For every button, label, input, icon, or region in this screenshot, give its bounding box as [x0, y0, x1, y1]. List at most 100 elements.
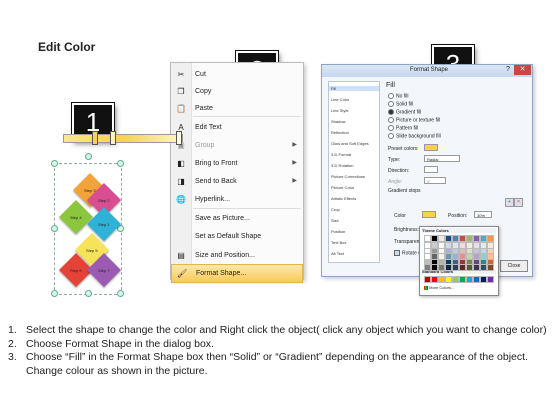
position-input[interactable]: 30% — [474, 211, 492, 218]
fill-option-1[interactable]: Solid fill — [388, 101, 413, 107]
category-item[interactable]: Alt Text — [331, 251, 344, 256]
gradient-stop[interactable] — [92, 131, 98, 145]
color-swatch[interactable] — [473, 264, 480, 271]
resize-handle-bm[interactable] — [85, 290, 92, 297]
menu-item-paste[interactable]: 📋 Paste — [171, 100, 303, 117]
menu-item-cut[interactable]: ✂ Cut — [171, 66, 303, 83]
more-colors-link[interactable]: More Colors... — [424, 285, 454, 290]
add-stop-icon[interactable]: + — [505, 198, 514, 207]
color-swatch[interactable] — [431, 264, 438, 271]
standard-color-swatch[interactable] — [424, 276, 431, 283]
menu-item-edit-text[interactable]: A Edit Text — [171, 119, 303, 136]
standard-color-swatch[interactable] — [473, 276, 480, 283]
category-item[interactable]: Size — [331, 218, 339, 223]
resize-handle-tr[interactable] — [117, 160, 124, 167]
close-button[interactable]: Close — [500, 260, 528, 272]
rotate-handle[interactable] — [85, 153, 92, 160]
preset-colors-dropdown[interactable] — [424, 144, 438, 151]
remove-stop-icon[interactable]: × — [514, 198, 523, 207]
radio-button[interactable] — [388, 125, 394, 131]
color-swatch[interactable] — [452, 264, 459, 271]
theme-colors-label: Theme Colors — [422, 228, 496, 233]
angle-input[interactable]: 0° — [424, 177, 446, 184]
color-swatch[interactable] — [466, 235, 473, 242]
color-swatch[interactable] — [459, 235, 466, 242]
menu-item-size-and-position[interactable]: ▤ Size and Position... — [171, 247, 303, 264]
category-item[interactable]: Position — [331, 229, 345, 234]
fill-option-0[interactable]: No fill — [388, 93, 409, 99]
menu-item-send-to-back[interactable]: ◨ Send to Back ▶ — [171, 173, 303, 190]
category-item[interactable]: Artistic Effects — [331, 196, 356, 201]
menu-item-group[interactable]: ▣ Group ▶ — [171, 137, 303, 154]
menu-item-format-shape[interactable]: 🖌 Format Shape... — [171, 264, 303, 283]
color-swatch[interactable] — [424, 264, 431, 271]
type-select[interactable]: Radial — [424, 155, 460, 162]
radio-button[interactable] — [388, 101, 394, 107]
radio-button[interactable] — [388, 133, 394, 139]
menu-item-copy[interactable]: ❐ Copy — [171, 83, 303, 100]
category-item[interactable]: Shadow — [331, 119, 345, 124]
standard-color-swatch[interactable] — [438, 276, 445, 283]
checkbox[interactable] — [394, 250, 400, 256]
color-swatch[interactable] — [424, 235, 431, 242]
standard-color-swatch[interactable] — [466, 276, 473, 283]
puzzle-step-label: Step 6 — [70, 268, 82, 273]
color-swatch[interactable] — [480, 235, 487, 242]
category-item[interactable]: Text Box — [331, 240, 346, 245]
color-swatch[interactable] — [480, 264, 487, 271]
category-list: Fill Line Color Line Style Shadow Reflection… — [328, 81, 380, 263]
fill-option-2[interactable]: Gradient fill — [388, 109, 421, 115]
standard-color-swatch[interactable] — [445, 276, 452, 283]
category-item[interactable]: 3-D Format — [331, 152, 351, 157]
menu-item-save-as-picture[interactable]: Save as Picture... — [171, 210, 303, 227]
standard-color-swatch[interactable] — [459, 276, 466, 283]
color-swatch[interactable] — [487, 264, 494, 271]
instruction-text: Choose “Fill” in the Format Shape box th… — [26, 351, 528, 377]
radio-button[interactable] — [388, 93, 394, 99]
color-swatch[interactable] — [445, 235, 452, 242]
color-swatch[interactable] — [487, 235, 494, 242]
instruction-item: 2. Choose Format Shape in the dialog box. — [8, 338, 556, 352]
gradient-stop[interactable] — [176, 131, 182, 145]
color-swatch[interactable] — [473, 235, 480, 242]
fill-option-4[interactable]: Pattern fill — [388, 125, 418, 131]
category-item[interactable]: Line Color — [331, 97, 349, 102]
color-swatch[interactable] — [438, 235, 445, 242]
standard-color-swatch[interactable] — [431, 276, 438, 283]
radio-button[interactable] — [388, 109, 394, 115]
category-item[interactable]: Picture Corrections — [331, 174, 365, 179]
standard-color-swatch[interactable] — [487, 276, 494, 283]
color-swatch[interactable] — [459, 264, 466, 271]
resize-handle-tl[interactable] — [51, 160, 58, 167]
resize-handle-br[interactable] — [117, 290, 124, 297]
color-swatch[interactable] — [452, 235, 459, 242]
category-item[interactable]: Reflection — [331, 130, 349, 135]
color-swatch[interactable] — [431, 235, 438, 242]
category-item[interactable]: Crop — [331, 207, 340, 212]
menu-item-hyperlink[interactable]: 🌐 Hyperlink... — [171, 191, 303, 208]
radio-button[interactable] — [388, 117, 394, 123]
resize-handle-ml[interactable] — [51, 225, 58, 232]
standard-color-swatch[interactable] — [452, 276, 459, 283]
color-swatch[interactable] — [445, 264, 452, 271]
category-item[interactable]: Line Style — [331, 108, 349, 113]
category-item[interactable]: Picture Color — [331, 185, 354, 190]
standard-color-swatch[interactable] — [480, 276, 487, 283]
direction-dropdown[interactable] — [424, 166, 438, 173]
color-swatch[interactable] — [466, 264, 473, 271]
category-item[interactable]: Fill — [329, 86, 379, 91]
resize-handle-bl[interactable] — [51, 290, 58, 297]
menu-item-bring-to-front[interactable]: ◧ Bring to Front ▶ — [171, 155, 303, 172]
gradient-stop[interactable] — [110, 131, 116, 145]
close-icon[interactable]: ✕ — [514, 65, 531, 75]
fill-option-3[interactable]: Picture or texture fill — [388, 117, 440, 123]
category-item[interactable]: 3-D Rotation — [331, 163, 353, 168]
menu-item-set-as-default-shape[interactable]: Set as Default Shape — [171, 228, 303, 245]
help-icon[interactable]: ? — [506, 66, 510, 73]
gradient-bar[interactable] — [63, 134, 183, 143]
preset-colors-label: Preset colors: — [388, 146, 419, 152]
fill-option-5[interactable]: Slide background fill — [388, 133, 441, 139]
color-dropdown[interactable] — [422, 211, 436, 218]
category-item[interactable]: Glow and Soft Edges — [331, 141, 369, 146]
color-swatch[interactable] — [438, 264, 445, 271]
